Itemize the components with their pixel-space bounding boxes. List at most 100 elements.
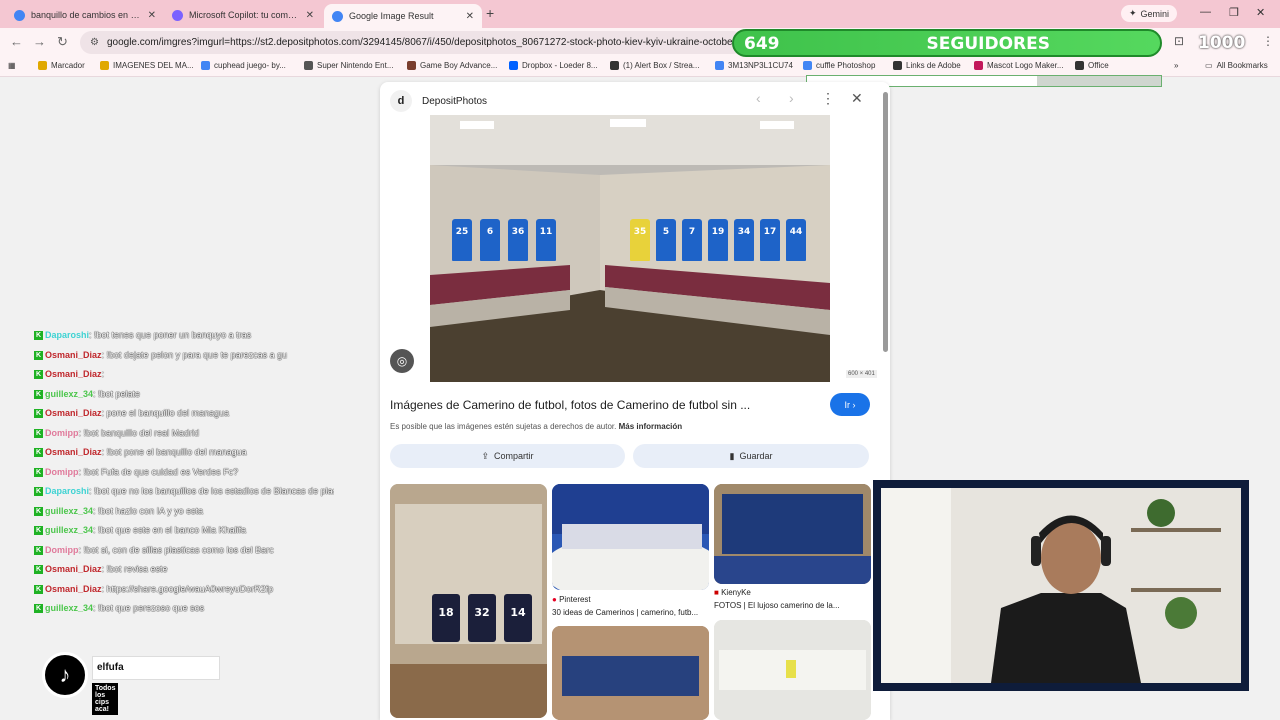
- pinterest-thumbnail: [552, 484, 709, 590]
- back-icon[interactable]: ←: [10, 34, 23, 49]
- bookmark-favicon-icon: [803, 61, 812, 70]
- jersey: 32: [468, 594, 496, 642]
- image-preview-panel: d DepositPhotos ‹ › ⋮ ✕ 25 6 36 11 35 5 7 19 34 1…: [380, 82, 890, 720]
- bookmark-5[interactable]: Game Boy Advance...: [407, 61, 497, 70]
- close-icon[interactable]: ✕: [466, 11, 474, 22]
- related-image-4[interactable]: [552, 626, 709, 720]
- more-bookmarks-icon[interactable]: »: [1174, 61, 1178, 70]
- chat-message: K Domipp: !bot si, con de sillas plastica…: [34, 541, 334, 561]
- chat-message: K Osmani_Diaz: https://share.google/wauA0…: [34, 580, 334, 600]
- tiktok-icon: ♪: [42, 652, 88, 698]
- locker-room-image[interactable]: 25 6 36 11 35 5 7 19 34 17 44: [430, 115, 830, 382]
- bookmark-favicon-icon: [201, 61, 210, 70]
- chevron-right-icon: ›: [852, 399, 856, 410]
- chat-message: K Domipp: !bot Fufa de que cuidad es Verd…: [34, 463, 334, 483]
- related-source-3[interactable]: ■ KienyKe: [714, 588, 751, 597]
- bookmark-icon: ▮: [729, 450, 735, 461]
- bookmark-10[interactable]: Links de Adobe: [893, 61, 961, 70]
- related-image-2[interactable]: [552, 484, 709, 590]
- jersey: 19: [708, 219, 728, 261]
- maximize-icon[interactable]: ❐: [1229, 6, 1239, 19]
- window-close-icon[interactable]: ✕: [1256, 6, 1265, 19]
- related-image-5[interactable]: [714, 620, 871, 720]
- bookmark-label: Links de Adobe: [906, 61, 961, 70]
- follower-label: SEGUIDORES: [926, 34, 1050, 54]
- more-options-icon[interactable]: ⋮: [821, 90, 835, 107]
- bookmark-11[interactable]: Mascot Logo Maker...: [974, 61, 1063, 70]
- kick-badge-icon: K: [34, 409, 43, 419]
- profile-icon[interactable]: ⊡: [1174, 34, 1184, 48]
- tab-1[interactable]: banquillo de cambios en estad ✕: [6, 4, 164, 26]
- share-button[interactable]: ⇪ Compartir: [390, 444, 625, 468]
- scrollbar[interactable]: [883, 92, 888, 352]
- related-caption-3[interactable]: FOTOS | El lujoso camerino de la...: [714, 601, 871, 610]
- bookmark-favicon-icon: [974, 61, 983, 70]
- bookmark-4[interactable]: Super Nintendo Ent...: [304, 61, 394, 70]
- related-caption-2[interactable]: 30 ideas de Camerinos | camerino, futb..…: [552, 608, 709, 617]
- chat-username: Osmani_Diaz: [45, 408, 102, 418]
- gemini-button[interactable]: ✦ Gemini: [1121, 5, 1178, 22]
- site-settings-icon[interactable]: ⚙: [90, 37, 99, 48]
- bookmark-label: (1) Alert Box / Strea...: [623, 61, 700, 70]
- kienyke-icon: ■: [714, 588, 719, 597]
- bookmark-favicon-icon: [715, 61, 724, 70]
- chat-username: Domipp: [45, 544, 79, 555]
- jersey: 5: [656, 219, 676, 261]
- close-icon[interactable]: ✕: [306, 10, 314, 21]
- share-icon: ⇪: [481, 450, 490, 461]
- lens-search-icon[interactable]: ◎: [390, 349, 414, 373]
- bookmark-2[interactable]: IMAGENES DEL MA...: [100, 61, 194, 70]
- bookmark-3[interactable]: cuphead juego- by...: [201, 61, 286, 70]
- bookmark-1[interactable]: Marcador: [38, 61, 85, 70]
- chat-message: K Osmani_Diaz: pone el banquillo del mana…: [34, 404, 334, 424]
- bookmark-8[interactable]: 3M13NP3L1CU74: [715, 61, 793, 70]
- bookmark-12[interactable]: Office: [1075, 61, 1109, 70]
- chat-text: : !bot banquillo del real Madrid: [78, 427, 200, 438]
- save-button[interactable]: ▮ Guardar: [633, 444, 869, 468]
- more-info-link[interactable]: Más información: [619, 422, 683, 431]
- all-bookmarks[interactable]: ▭ All Bookmarks: [1205, 61, 1268, 70]
- related-image-1[interactable]: 18 32 14: [390, 484, 547, 718]
- tab-3-active[interactable]: Google Image Result ✕: [324, 4, 482, 28]
- copyright-text: Es posible que las imágenes estén sujeta…: [390, 422, 617, 431]
- bookmark-label: cuphead juego- by...: [214, 61, 286, 70]
- address-bar[interactable]: ⚙ google.com/imgres?imgurl=https://st2.d…: [80, 31, 744, 54]
- prev-image-icon[interactable]: ‹: [756, 90, 761, 106]
- kick-badge-icon: K: [34, 428, 43, 438]
- related-source-label: Pinterest: [559, 595, 591, 604]
- chat-username: Osmani_Diaz: [45, 349, 102, 360]
- menu-icon[interactable]: ⋮: [1262, 34, 1274, 48]
- new-tab-button[interactable]: +: [486, 5, 494, 21]
- next-image-icon[interactable]: ›: [789, 90, 794, 106]
- close-icon[interactable]: ✕: [148, 10, 156, 21]
- related-image-3[interactable]: [714, 484, 871, 584]
- apps-icon[interactable]: ▦: [8, 61, 16, 70]
- sparkle-icon: ✦: [1129, 8, 1137, 18]
- copilot-icon: [172, 9, 183, 21]
- close-panel-icon[interactable]: ✕: [851, 90, 863, 107]
- all-bookmarks-label: All Bookmarks: [1216, 61, 1268, 70]
- go-button[interactable]: Ir ›: [830, 393, 870, 416]
- webcam-feed: [881, 488, 1241, 683]
- image-title[interactable]: Imágenes de Camerino de futbol, fotos de…: [390, 398, 810, 412]
- tab-2[interactable]: Microsoft Copilot: tu complem ✕: [164, 4, 322, 26]
- locker-thumbnail: [714, 620, 871, 720]
- chat-text: : !bot Fufa de que cuidad es Verdes Fc?: [78, 466, 239, 477]
- bookmark-6[interactable]: Dropbox - Loeder 8...: [509, 61, 598, 70]
- bookmark-7[interactable]: (1) Alert Box / Strea...: [610, 61, 699, 70]
- minimize-icon[interactable]: —: [1200, 6, 1211, 18]
- chat-message: K Daparoshi: !bot que no los banquillos d…: [34, 482, 334, 502]
- chat-username: Osmani_Diaz: [45, 564, 102, 574]
- chat-username: guillexz_34: [45, 505, 94, 516]
- chat-username: guillexz_34: [45, 603, 94, 613]
- url-text: google.com/imgres?imgurl=https://st2.dep…: [106, 37, 744, 48]
- source-name[interactable]: DepositPhotos: [422, 96, 487, 107]
- related-source-2[interactable]: ● Pinterest: [552, 595, 591, 604]
- chat-message: Kguillexz_34: !bot que perezoso que sos: [34, 599, 334, 619]
- jersey: 44: [786, 219, 806, 261]
- bookmark-9[interactable]: cuffle Photoshop: [803, 61, 875, 70]
- thumb-jersey-row: 18 32 14: [390, 484, 547, 718]
- reload-icon[interactable]: ↻: [57, 34, 68, 50]
- chat-text: : pone el banquillo del managua: [101, 408, 230, 418]
- forward-icon[interactable]: →: [33, 34, 46, 49]
